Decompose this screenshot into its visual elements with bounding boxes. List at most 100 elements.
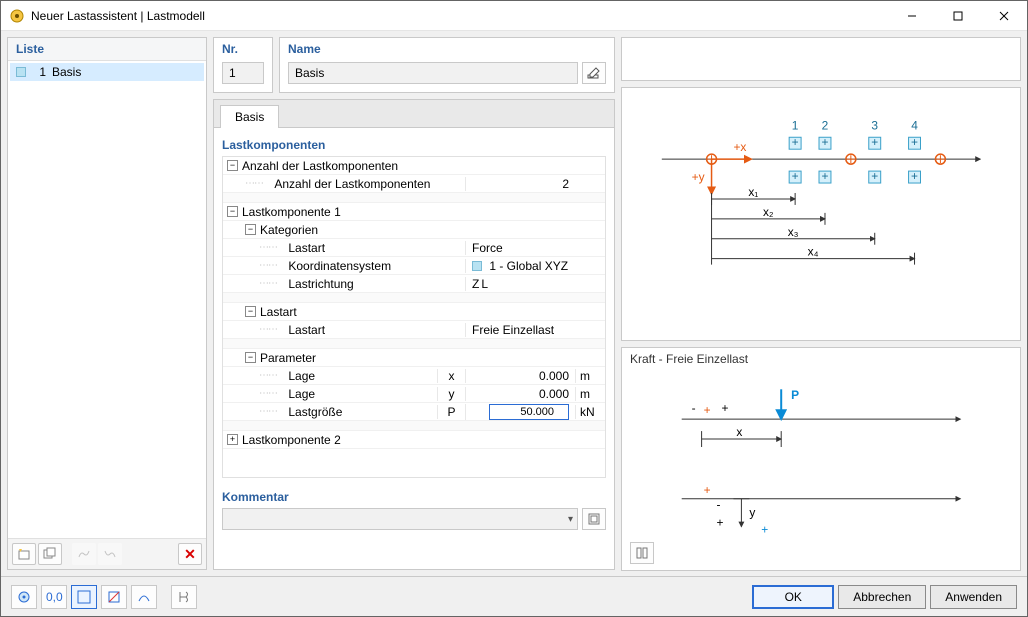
svg-text:+x: +x [733, 140, 746, 154]
cancel-button[interactable]: Abbrechen [838, 585, 926, 609]
tree-row[interactable]: −Parameter [223, 349, 605, 367]
bottom-toolbar: 0,00 OK Abbrechen Anwenden [1, 576, 1027, 616]
tree-row[interactable]: +Lastkomponente 2 [223, 431, 605, 449]
tree-row[interactable]: −Kategorien [223, 221, 605, 239]
expand-icon[interactable]: + [227, 434, 238, 445]
rename-button[interactable] [582, 62, 606, 84]
svg-text:y: y [749, 505, 755, 519]
tree-row[interactable]: ⋯⋯ Lastgröße P kN [223, 403, 605, 421]
tree-row[interactable]: ⋯⋯ Lastart Force [223, 239, 605, 257]
swatch-icon [472, 261, 482, 271]
tool-script-button[interactable] [171, 585, 197, 609]
svg-text:+: + [871, 135, 878, 149]
delete-button[interactable]: ✕ [178, 543, 202, 565]
app-window: Neuer Lastassistent | Lastmodell Liste 1… [0, 0, 1028, 617]
svg-text:4: 4 [911, 118, 918, 132]
svg-text:+: + [761, 522, 768, 536]
comment-library-button[interactable] [582, 508, 606, 530]
tree-row[interactable]: ⋯⋯ Lage y 0.000 m [223, 385, 605, 403]
collapse-icon[interactable]: − [227, 160, 238, 171]
diagram-bottom-title: Kraft - Freie Einzellast [630, 352, 748, 366]
svg-text:x: x [736, 425, 742, 439]
tree-row[interactable]: −Lastkomponente 1 [223, 203, 605, 221]
svg-text:+y: +y [692, 170, 705, 184]
tool-view2-button[interactable] [101, 585, 127, 609]
comment-combo[interactable]: ▾ [222, 508, 578, 530]
tool-b-button[interactable] [98, 543, 122, 565]
svg-text:0,00: 0,00 [46, 590, 63, 604]
svg-text:+: + [704, 403, 711, 417]
svg-text:+: + [871, 169, 878, 183]
collapse-icon[interactable]: − [245, 306, 256, 317]
svg-text:P: P [791, 388, 799, 402]
lastgroesse-input[interactable] [489, 404, 569, 420]
property-tree: −Anzahl der Lastkomponenten ⋯⋯ Anzahl de… [222, 156, 606, 478]
nr-field[interactable]: 1 [222, 62, 264, 84]
close-button[interactable] [981, 1, 1027, 30]
tool-units-button[interactable] [11, 585, 37, 609]
collapse-icon[interactable]: − [227, 206, 238, 217]
name-box: Name Basis [279, 37, 615, 93]
list-item-label: Basis [52, 65, 81, 79]
tab-basis[interactable]: Basis [220, 105, 279, 128]
tabs-panel: Basis Lastkomponenten −Anzahl der Lastko… [213, 99, 615, 570]
collapse-icon[interactable]: − [245, 224, 256, 235]
svg-text:+: + [717, 515, 724, 529]
tree-row[interactable]: ⋯⋯ Koordinatensystem 1 - Global XYZ [223, 257, 605, 275]
comment-title: Kommentar [222, 488, 606, 508]
tree-row[interactable]: ⋯⋯ Lage x 0.000 m [223, 367, 605, 385]
close-icon: ✕ [184, 546, 196, 563]
svg-text:+: + [704, 483, 711, 497]
diagram-bottom-svg: + - + P x + - + y + [622, 348, 1020, 570]
svg-text:+: + [792, 169, 799, 183]
svg-text:x₁: x₁ [748, 185, 758, 199]
maximize-button[interactable] [935, 1, 981, 30]
tool-view3-button[interactable] [131, 585, 157, 609]
list-toolbar: ✕ [8, 538, 206, 569]
diagram-settings-button[interactable] [630, 542, 654, 564]
collapse-icon[interactable]: − [245, 352, 256, 363]
ok-button[interactable]: OK [752, 585, 834, 609]
svg-text:+: + [911, 169, 918, 183]
tree-row[interactable]: −Lastart [223, 303, 605, 321]
diagram-bottom: Kraft - Freie Einzellast + - + P x [621, 347, 1021, 571]
tabstrip: Basis [214, 100, 614, 128]
list-panel: Liste 1 Basis ✕ [7, 37, 207, 570]
list-item[interactable]: 1 Basis [10, 63, 204, 81]
tree-row[interactable]: ⋯⋯ Lastart Freie Einzellast [223, 321, 605, 339]
apply-button[interactable]: Anwenden [930, 585, 1017, 609]
tool-view1-button[interactable] [71, 585, 97, 609]
svg-text:-: - [717, 497, 721, 511]
group-kommentar: Kommentar ▾ [222, 488, 606, 530]
diagram-top: +x +y ++++ ++++ 1 2 3 4 [621, 87, 1021, 341]
tool-decimals-button[interactable]: 0,00 [41, 585, 67, 609]
tree-row[interactable]: −Anzahl der Lastkomponenten [223, 157, 605, 175]
tree-row[interactable]: ⋯⋯ Lastrichtung ZL [223, 275, 605, 293]
svg-text:x₃: x₃ [788, 225, 799, 239]
svg-text:+: + [911, 135, 918, 149]
name-header: Name [288, 42, 606, 56]
titlebar: Neuer Lastassistent | Lastmodell [1, 1, 1027, 31]
svg-text:x₂: x₂ [763, 205, 774, 219]
window-title: Neuer Lastassistent | Lastmodell [31, 9, 889, 23]
tree-row[interactable]: ⋯⋯ Anzahl der Lastkomponenten 2 [223, 175, 605, 193]
list-body: 1 Basis [8, 61, 206, 538]
svg-text:3: 3 [871, 118, 878, 132]
group-title: Lastkomponenten [222, 136, 606, 156]
nr-header: Nr. [222, 42, 264, 56]
svg-text:2: 2 [822, 118, 829, 132]
nr-box: Nr. 1 [213, 37, 273, 93]
diagram-top-svg: +x +y ++++ ++++ 1 2 3 4 [622, 88, 1020, 340]
tool-a-button[interactable] [72, 543, 96, 565]
name-field[interactable]: Basis [288, 62, 578, 84]
duplicate-button[interactable] [38, 543, 62, 565]
window-buttons [889, 1, 1027, 30]
app-icon [9, 8, 25, 24]
svg-text:x₄: x₄ [808, 245, 819, 259]
minimize-button[interactable] [889, 1, 935, 30]
list-item-number: 1 [32, 65, 46, 79]
new-button[interactable] [12, 543, 36, 565]
group-lastkomponenten: Lastkomponenten −Anzahl der Lastkomponen… [222, 136, 606, 478]
list-item-swatch [16, 67, 26, 77]
svg-text:+: + [821, 135, 828, 149]
